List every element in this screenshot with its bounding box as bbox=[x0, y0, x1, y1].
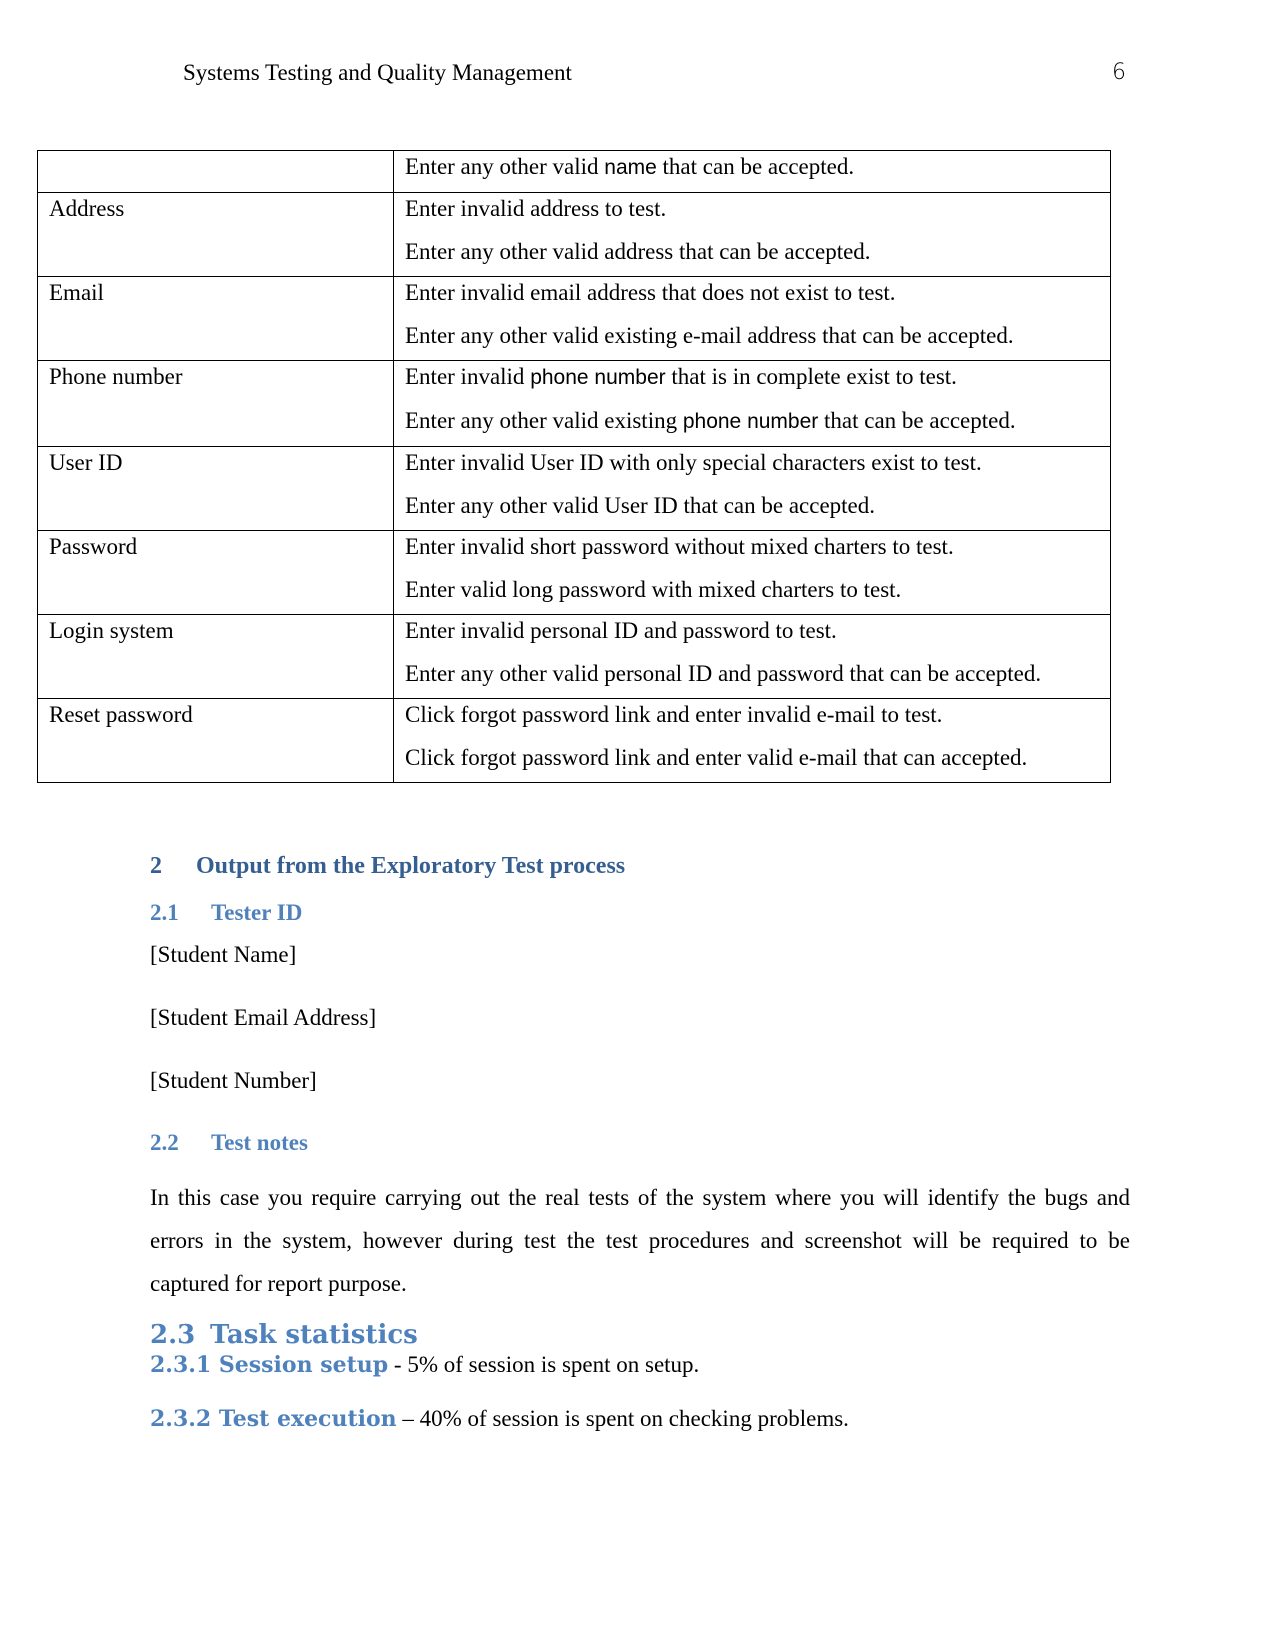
stat-test-execution: 2.3.2 Test execution – 40% of session is… bbox=[150, 1406, 849, 1432]
field-cell: User ID bbox=[37, 446, 394, 531]
heading-text: Tester ID bbox=[211, 900, 303, 925]
description-cell: Enter invalid phone number that is in co… bbox=[393, 360, 1111, 447]
test-step: Enter invalid short password without mix… bbox=[405, 534, 954, 559]
description-cell: Enter invalid email address that does no… bbox=[393, 276, 1111, 361]
heading-section-2: 2 Output from the Exploratory Test proces… bbox=[150, 853, 625, 880]
heading-text: Output from the Exploratory Test process bbox=[196, 853, 626, 879]
description-cell: Enter invalid User ID with only special … bbox=[393, 446, 1111, 531]
description-cell: Enter invalid personal ID and password t… bbox=[393, 614, 1111, 699]
field-cell: Login system bbox=[37, 614, 394, 699]
test-step: Click forgot password link and enter inv… bbox=[405, 702, 943, 727]
test-step: Enter any other valid existing e-mail ad… bbox=[405, 323, 1014, 348]
table-row: User ID Enter invalid User ID with only … bbox=[37, 446, 1111, 531]
student-name-placeholder: [Student Name] bbox=[150, 942, 297, 967]
test-step: Enter invalid personal ID and password t… bbox=[405, 618, 837, 643]
test-step: Enter any other valid personal ID and pa… bbox=[405, 661, 1042, 686]
field-cell: Password bbox=[37, 530, 394, 615]
table-row: Email Enter invalid email address that d… bbox=[37, 276, 1111, 361]
test-step: Click forgot password link and enter val… bbox=[405, 745, 1028, 770]
stat-text: – 40% of session is spent on checking pr… bbox=[396, 1406, 849, 1431]
table-row: Password Enter invalid short password wi… bbox=[37, 530, 1111, 615]
test-notes-paragraph: In this case you require carrying out th… bbox=[150, 1185, 1130, 1296]
heading-tester-id: 2.1 Tester ID bbox=[150, 900, 302, 926]
description-cell: Click forgot password link and enter inv… bbox=[393, 698, 1111, 783]
stat-text: - 5% of session is spent on setup. bbox=[388, 1352, 700, 1377]
test-step: Enter invalid email address that does no… bbox=[405, 280, 896, 305]
heading-number: 2.2 bbox=[150, 1130, 179, 1155]
heading-number: 2.3 bbox=[150, 1320, 196, 1350]
heading-number: 2 bbox=[150, 853, 162, 879]
test-step: Enter invalid phone number that is in co… bbox=[405, 364, 957, 389]
running-header-title: Systems Testing and Quality Management bbox=[183, 60, 572, 85]
description-cell: Enter invalid address to test. Enter any… bbox=[393, 192, 1111, 277]
test-step: Enter invalid address to test. bbox=[405, 196, 667, 221]
table-row: Address Enter invalid address to test. E… bbox=[37, 192, 1111, 277]
test-step: Enter valid long password with mixed cha… bbox=[405, 577, 902, 602]
field-cell: Address bbox=[37, 192, 394, 277]
field-cell: Email bbox=[37, 276, 394, 361]
table-row: Phone number Enter invalid phone number … bbox=[37, 360, 1111, 447]
table-row: Enter any other valid name that can be a… bbox=[37, 150, 1111, 193]
test-step: Enter invalid User ID with only special … bbox=[405, 450, 982, 475]
student-number-placeholder: [Student Number] bbox=[150, 1068, 317, 1093]
stat-label: 2.3.1 Session setup bbox=[150, 1352, 389, 1378]
heading-text: Test notes bbox=[211, 1130, 308, 1155]
table-row: Login system Enter invalid personal ID a… bbox=[37, 614, 1111, 699]
description-cell: Enter invalid short password without mix… bbox=[393, 530, 1111, 615]
heading-number: 2.1 bbox=[150, 900, 179, 925]
field-cell bbox=[37, 150, 394, 193]
student-email-placeholder: [Student Email Address] bbox=[150, 1005, 377, 1030]
description-cell: Enter any other valid name that can be a… bbox=[393, 150, 1111, 193]
table-row: Reset password Click forgot password lin… bbox=[37, 698, 1111, 783]
field-cell: Reset password bbox=[37, 698, 394, 783]
test-step: Enter any other valid existing phone num… bbox=[405, 408, 1016, 433]
field-cell: Phone number bbox=[37, 360, 394, 447]
stat-label: 2.3.2 Test execution bbox=[150, 1406, 397, 1432]
test-step: Enter any other valid address that can b… bbox=[405, 239, 871, 264]
heading-text: Task statistics bbox=[210, 1320, 418, 1350]
test-step: Enter any other valid User ID that can b… bbox=[405, 493, 876, 518]
heading-test-notes: 2.2 Test notes bbox=[150, 1130, 308, 1156]
test-input-table: Enter any other valid name that can be a… bbox=[37, 150, 1111, 783]
heading-task-statistics: 2.3 Task statistics bbox=[150, 1320, 418, 1350]
page-number: 6 bbox=[1112, 60, 1126, 85]
test-step: Enter any other valid name that can be a… bbox=[405, 154, 855, 179]
stat-session-setup: 2.3.1 Session setup - 5% of session is s… bbox=[150, 1352, 699, 1378]
